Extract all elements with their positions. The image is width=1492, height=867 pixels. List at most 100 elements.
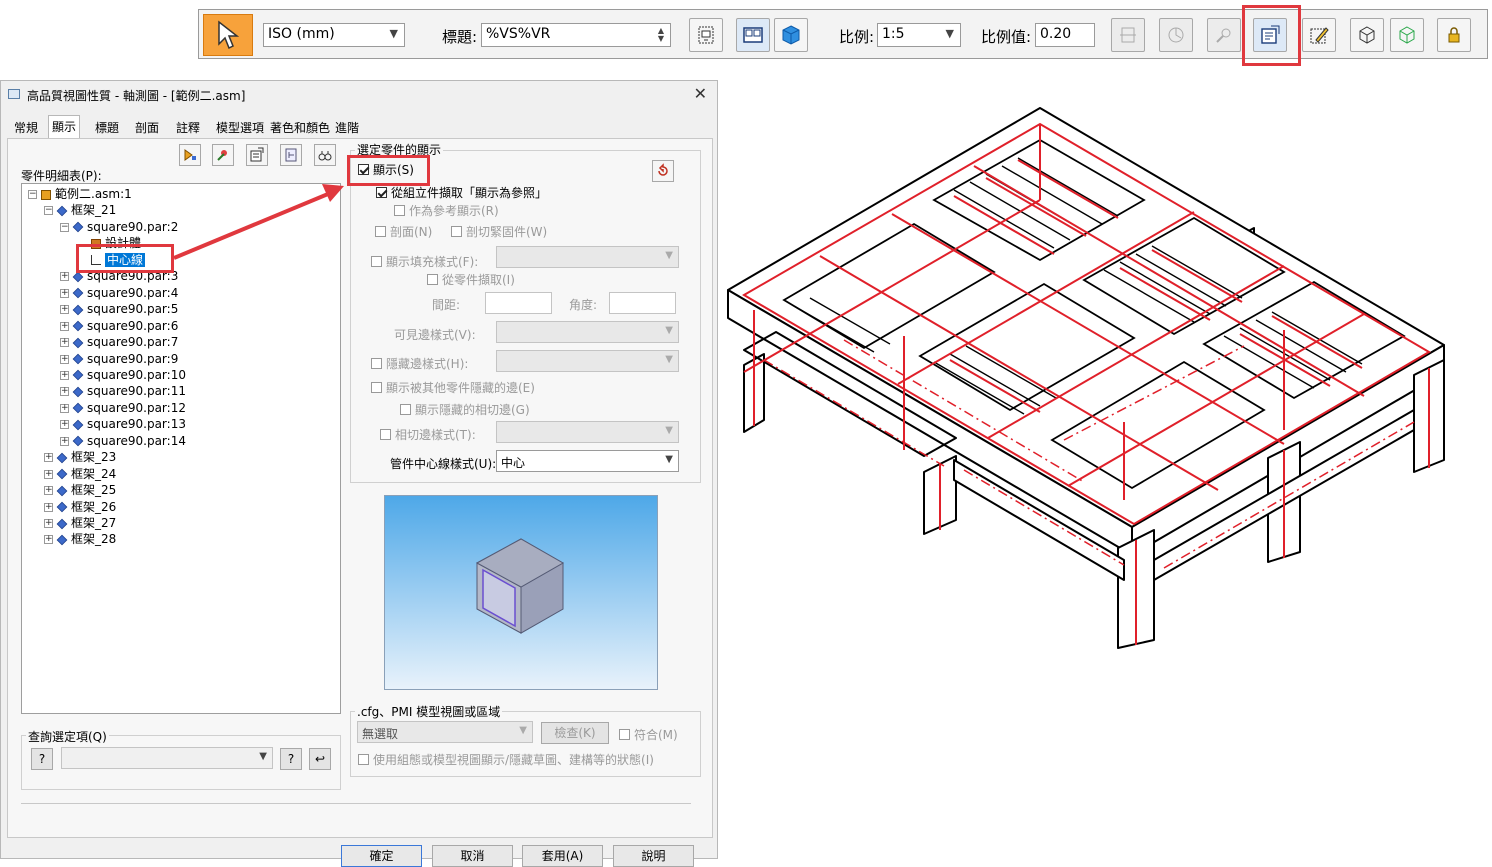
show-hidden-tangent-checkbox[interactable]: 顯示隱藏的相切邊(G) [400, 402, 530, 418]
expand-icon[interactable]: + [44, 502, 53, 512]
visible-edge-style-dropdown[interactable]: ▼ [496, 321, 679, 343]
part-icon [72, 403, 84, 414]
callout-arrow [173, 184, 344, 260]
expand-icon[interactable]: + [60, 305, 69, 315]
query-help2-button[interactable]: ? [280, 748, 302, 770]
check-button[interactable]: 檢查(K) [541, 722, 609, 744]
tube-centerline-style-dropdown[interactable]: 中心 ▼ [496, 450, 679, 472]
view-layout-button[interactable] [736, 18, 770, 52]
green-cube-button[interactable] [1390, 18, 1424, 52]
tangent-edge-style-checkbox[interactable]: 相切邊樣式(T): [380, 427, 476, 443]
tree-node-label: 框架_27 [71, 516, 117, 530]
expand-icon[interactable]: + [44, 535, 53, 545]
part-icon [56, 485, 68, 496]
show-hidden-by-other-checkbox[interactable]: 顯示被其他零件隱藏的邊(E) [371, 380, 535, 396]
ok-button[interactable]: 確定 [341, 845, 422, 867]
green-cube-icon [1399, 26, 1415, 44]
draw-in-view-button[interactable] [1302, 18, 1336, 52]
tree-node[interactable]: + square90.par:11 [60, 383, 186, 399]
query-help-button[interactable]: ? [31, 748, 53, 770]
clip-button[interactable] [1207, 18, 1241, 52]
shaded-cube-button[interactable] [774, 18, 808, 52]
tree-node[interactable]: + square90.par:14 [60, 433, 186, 449]
expand-icon[interactable]: + [60, 403, 69, 413]
expand-icon[interactable]: + [60, 420, 69, 430]
tree-node[interactable]: + 框架_25 [44, 482, 116, 498]
chevron-down-icon: ▼ [665, 454, 673, 465]
tree-node[interactable]: + 框架_27 [44, 515, 116, 531]
lock-icon [1448, 27, 1460, 43]
align-button[interactable] [1111, 18, 1145, 52]
help-button[interactable]: 說明 [613, 845, 694, 867]
expand-icon[interactable]: + [60, 354, 69, 364]
expand-icon[interactable]: + [44, 469, 53, 479]
chevron-down-icon: ▼ [665, 354, 673, 365]
tree-node-label: 框架_25 [71, 483, 117, 498]
show-hidden-tangent-label: 顯示隱藏的相切邊(G) [415, 403, 530, 417]
tangent-edge-style-dropdown[interactable]: ▼ [496, 421, 679, 443]
tree-node[interactable]: + square90.par:13 [60, 416, 186, 432]
tree-node[interactable]: + square90.par:7 [60, 334, 178, 350]
query-refresh-button[interactable]: ↩ [309, 748, 331, 770]
tube-centerline-style-label: 管件中心線樣式(U): [390, 457, 497, 471]
show-hidden-by-other-label: 顯示被其他零件隱藏的邊(E) [386, 381, 535, 395]
expand-icon[interactable]: + [60, 321, 69, 331]
expand-icon[interactable]: + [44, 453, 53, 463]
cfg-value: 無選取 [362, 727, 399, 741]
expand-icon[interactable]: + [44, 519, 53, 528]
tree-node[interactable]: + square90.par:12 [60, 400, 186, 416]
part-icon [72, 320, 84, 332]
chevron-down-icon: ▼ [945, 27, 954, 40]
expand-icon[interactable]: + [60, 338, 69, 348]
expand-icon[interactable]: + [60, 436, 69, 446]
part-icon [72, 386, 84, 398]
square-tube-icon [475, 538, 565, 634]
wireframe-cube-button[interactable] [1350, 18, 1384, 52]
tube-centerline-value: 中心 [501, 456, 526, 470]
tree-node[interactable]: + square90.par:6 [60, 318, 178, 334]
cfg-dropdown[interactable]: 無選取 ▼ [357, 721, 533, 743]
hidden-edge-style-checkbox[interactable]: 隱藏邊樣式(H): [371, 356, 468, 372]
expand-icon[interactable]: + [60, 370, 69, 380]
part-icon [72, 337, 84, 348]
use-config-checkbox[interactable]: 使用組態或模型視圖顯示/隱藏草圖、建構等的狀態(I) [358, 752, 654, 768]
tree-node-label: square90.par:11 [87, 384, 186, 399]
expand-icon[interactable]: + [60, 387, 69, 397]
hidden-edge-style-dropdown[interactable]: ▼ [496, 350, 679, 372]
query-label: 查詢選定項(Q) [26, 728, 109, 745]
checkbox-unchecked-icon [371, 358, 382, 369]
scale-factor-input[interactable]: 0.20 [1035, 23, 1095, 47]
part-icon [72, 353, 84, 365]
view-properties-button[interactable] [1253, 18, 1287, 52]
match-checkbox[interactable]: 符合(M) [619, 727, 678, 743]
part-icon [72, 419, 84, 431]
tree-node[interactable]: + square90.par:10 [60, 367, 186, 383]
tree-node[interactable]: + square90.par:5 [60, 301, 178, 317]
tree-node[interactable]: + 框架_23 [44, 449, 116, 465]
tree-node-label: 框架_23 [71, 450, 117, 465]
scale-dropdown[interactable]: 1:5 ▼ [877, 23, 961, 47]
apply-label: 套用(A) [541, 849, 584, 863]
scale-value: 1:5 [882, 26, 905, 42]
checkbox-unchecked-icon [619, 729, 630, 740]
scale-factor-value: 0.20 [1040, 26, 1072, 42]
tree-node-label: 框架_28 [71, 532, 117, 547]
query-dropdown[interactable]: ▼ [61, 747, 273, 769]
tree-node[interactable]: + 框架_24 [44, 466, 116, 482]
cancel-button[interactable]: 取消 [432, 845, 513, 867]
apply-button[interactable]: 套用(A) [522, 845, 603, 867]
chevron-down-icon: ▼ [519, 725, 527, 736]
tree-node-label: square90.par:5 [87, 302, 179, 317]
tree-node-label: square90.par:7 [87, 335, 179, 350]
rotate-button[interactable] [1159, 18, 1193, 52]
expand-icon[interactable]: + [44, 486, 53, 496]
tree-node[interactable]: + 框架_28 [44, 531, 116, 547]
rotate-icon [1168, 27, 1184, 43]
lock-button[interactable] [1437, 18, 1471, 52]
part-icon [72, 370, 84, 381]
part-icon [56, 501, 68, 513]
tree-node[interactable]: + square90.par:9 [60, 351, 178, 367]
tree-node-label: 框架_24 [71, 466, 117, 481]
tree-node[interactable]: + 框架_26 [44, 499, 116, 515]
chevron-down-icon: ▼ [665, 425, 673, 436]
